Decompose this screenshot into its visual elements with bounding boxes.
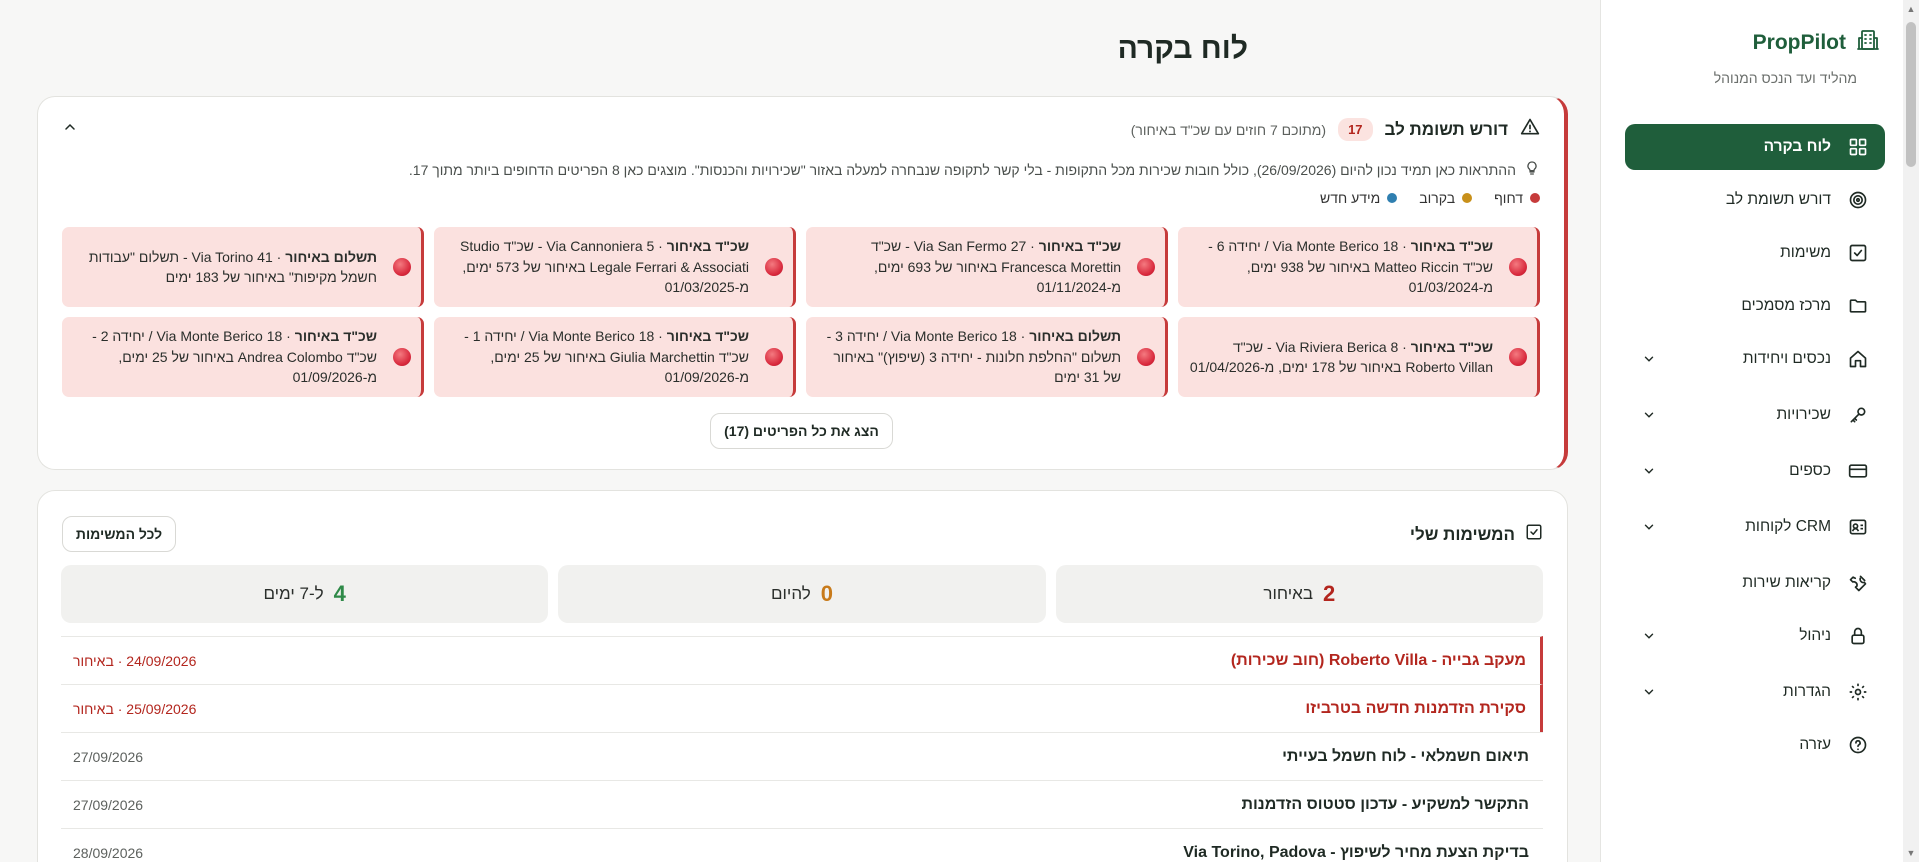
lightbulb-icon bbox=[1524, 160, 1540, 179]
attention-title: דורש תשומת לב bbox=[1384, 119, 1508, 139]
warning-icon bbox=[1520, 117, 1540, 142]
attention-card: דורש תשומת לב 17 (מתוכם 7 חוזים עם שכ"ד … bbox=[37, 96, 1568, 470]
urgent-indicator-icon bbox=[765, 348, 783, 366]
urgent-indicator-icon bbox=[1509, 258, 1527, 276]
alert-grid: שכ"ד באיחור · Via Monte Berico 18 / יחיד… bbox=[62, 227, 1540, 397]
brand[interactable]: PropPilot bbox=[1753, 28, 1880, 57]
sidebar-item-finance[interactable]: כספים bbox=[1625, 448, 1885, 494]
chevron-down-icon[interactable] bbox=[1641, 351, 1657, 367]
attention-note: ההתראות כאן תמיד נכון להיום (26/09/2026)… bbox=[409, 160, 1540, 179]
urgent-indicator-icon bbox=[393, 258, 411, 276]
task-stats: 2 באיחור 0 להיום 4 ל-7 ימים bbox=[61, 565, 1543, 623]
help-circle-icon bbox=[1847, 734, 1869, 756]
task-row[interactable]: מעקב גבייה - Roberto Villa (חוב שכירות) 2… bbox=[61, 636, 1543, 684]
building-icon bbox=[1856, 28, 1880, 57]
urgent-indicator-icon bbox=[1137, 258, 1155, 276]
sidebar-item-service-calls[interactable]: קריאות שירות bbox=[1625, 560, 1885, 606]
tasks-title: המשימות שלי bbox=[1409, 524, 1515, 544]
home-icon bbox=[1847, 348, 1869, 370]
checkbox-icon bbox=[1847, 242, 1869, 264]
chevron-down-icon[interactable] bbox=[1641, 463, 1657, 479]
alert-item[interactable]: תשלום באיחור · Via Torino 41 - תשלום "עב… bbox=[62, 227, 424, 307]
task-row[interactable]: בדיקת הצעת מחיר לשיפוץ - Via Torino, Pad… bbox=[61, 828, 1543, 862]
legend-dot-soon bbox=[1462, 193, 1473, 203]
task-row[interactable]: תיאום חשמלאי - לוח חשמל בעייתי 27/09/2026 bbox=[61, 732, 1543, 780]
sidebar-item-tasks[interactable]: משימות bbox=[1625, 230, 1885, 276]
sidebar-item-help[interactable]: עזרה bbox=[1625, 722, 1885, 768]
credit-card-icon bbox=[1847, 460, 1869, 482]
page-scrollbar[interactable]: ▲ ▼ bbox=[1903, 0, 1919, 862]
wrench-icon bbox=[1847, 572, 1869, 594]
legend-item-soon: בקרוב bbox=[1419, 190, 1473, 206]
urgent-indicator-icon bbox=[765, 258, 783, 276]
legend-item-urgent: דחוף bbox=[1494, 190, 1540, 206]
sidebar-item-leases[interactable]: שכירויות bbox=[1625, 392, 1885, 438]
alert-item[interactable]: תשלום באיחור · Via Monte Berico 18 / יחי… bbox=[806, 317, 1168, 397]
brand-subtitle: מהליד ועד הנכס המנוהל bbox=[1713, 70, 1857, 86]
sidebar-nav: לוח בקרה דורש תשומת לב משימות מרכז מסמכי… bbox=[1625, 124, 1885, 775]
chevron-down-icon[interactable] bbox=[1641, 519, 1657, 535]
scrollbar-thumb[interactable] bbox=[1906, 22, 1916, 167]
all-tasks-button[interactable]: לכל המשימות bbox=[62, 516, 176, 552]
sidebar: PropPilot מהליד ועד הנכס המנוהל לוח בקרה… bbox=[1600, 0, 1903, 862]
attention-subtitle: (מתוכם 7 חוזים עם שכ"ד באיחור) bbox=[1130, 121, 1327, 138]
sidebar-item-management[interactable]: ניהול bbox=[1625, 613, 1885, 659]
sidebar-item-settings[interactable]: הגדרות bbox=[1625, 669, 1885, 715]
target-icon bbox=[1847, 189, 1869, 211]
stat-today[interactable]: 0 להיום bbox=[558, 565, 1046, 623]
urgent-indicator-icon bbox=[393, 348, 411, 366]
contact-card-icon bbox=[1847, 516, 1869, 538]
legend-dot-urgent bbox=[1530, 193, 1540, 203]
alert-item[interactable]: שכ"ד באיחור · Via Monte Berico 18 / יחיד… bbox=[434, 317, 796, 397]
attention-count-badge: 17 bbox=[1338, 118, 1373, 141]
legend-item-new-info: מידע חדש bbox=[1320, 190, 1398, 206]
task-row[interactable]: התקשר למשקיע - עדכון סטטוס הזדמנות 27/09/… bbox=[61, 780, 1543, 828]
attention-legend: דחוף בקרוב מידע חדש bbox=[1320, 190, 1540, 206]
alert-item[interactable]: שכ"ד באיחור · Via Cannoniera 5 - שכ"ד St… bbox=[434, 227, 796, 307]
chevron-down-icon[interactable] bbox=[1641, 407, 1657, 423]
stat-next-7-days[interactable]: 4 ל-7 ימים bbox=[61, 565, 549, 623]
alert-item[interactable]: שכ"ד באיחור · Via Monte Berico 18 / יחיד… bbox=[62, 317, 424, 397]
legend-dot-new-info bbox=[1387, 193, 1398, 203]
brand-name: PropPilot bbox=[1752, 30, 1846, 54]
scroll-up-arrow-icon[interactable]: ▲ bbox=[1906, 4, 1916, 14]
sidebar-item-crm[interactable]: CRM לקוחות bbox=[1625, 504, 1885, 550]
sidebar-item-documents[interactable]: מרכז מסמכים bbox=[1625, 283, 1885, 329]
sidebar-item-attention[interactable]: דורש תשומת לב bbox=[1625, 177, 1885, 223]
lock-icon bbox=[1847, 625, 1869, 647]
alert-item[interactable]: שכ"ד באיחור · Via San Fermo 27 - שכ"ד Fr… bbox=[806, 227, 1168, 307]
folder-icon bbox=[1847, 295, 1869, 317]
attention-note-text: ההתראות כאן תמיד נכון להיום (26/09/2026)… bbox=[408, 161, 1516, 178]
task-list: מעקב גבייה - Roberto Villa (חוב שכירות) 2… bbox=[61, 636, 1543, 862]
alert-item[interactable]: שכ"ד באיחור · Via Riviera Berica 8 - שכ"… bbox=[1178, 317, 1540, 397]
chevron-down-icon[interactable] bbox=[1641, 684, 1657, 700]
main-content: לוח בקרה דורש תשומת לב 17 (מתוכם 7 חוזים… bbox=[0, 0, 1600, 862]
tasks-header: המשימות שלי bbox=[1410, 523, 1543, 546]
stat-overdue[interactable]: 2 באיחור bbox=[1055, 565, 1543, 623]
collapse-chevron-up-icon[interactable] bbox=[62, 119, 78, 135]
urgent-indicator-icon bbox=[1137, 348, 1155, 366]
scroll-down-arrow-icon[interactable]: ▼ bbox=[1906, 848, 1916, 858]
alert-item[interactable]: שכ"ד באיחור · Via Monte Berico 18 / יחיד… bbox=[1178, 227, 1540, 307]
sidebar-item-properties[interactable]: נכסים ויחידות bbox=[1625, 336, 1885, 382]
show-all-items-button[interactable]: הצג את כל הפריטים (17) bbox=[710, 413, 893, 449]
urgent-indicator-icon bbox=[1509, 348, 1527, 366]
sidebar-item-dashboard[interactable]: לוח בקרה bbox=[1625, 124, 1885, 170]
task-row[interactable]: סקירת הזדמנות חדשה בטרביזו 25/09/2026 · ב… bbox=[61, 684, 1543, 732]
my-tasks-card: המשימות שלי לכל המשימות 2 באיחור 0 להיום 4… bbox=[37, 490, 1568, 862]
chevron-down-icon[interactable] bbox=[1641, 628, 1657, 644]
dashboard-icon bbox=[1847, 136, 1869, 158]
attention-header: דורש תשומת לב 17 (מתוכם 7 חוזים עם שכ"ד … bbox=[1131, 117, 1540, 142]
checkbox-icon bbox=[1525, 523, 1543, 546]
key-icon bbox=[1847, 404, 1869, 426]
gear-icon bbox=[1847, 681, 1869, 703]
page-title: לוח בקרה bbox=[1117, 32, 1248, 65]
